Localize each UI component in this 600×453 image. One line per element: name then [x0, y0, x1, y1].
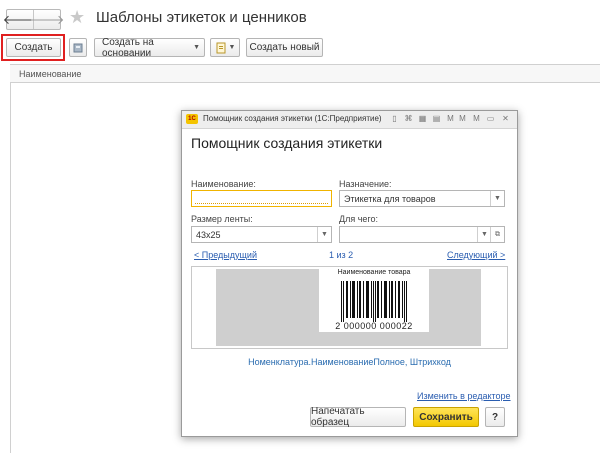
- memory-icon[interactable]: M: [446, 114, 455, 124]
- label-card: Наименование товара 2 000000 000022: [319, 269, 429, 332]
- for-what-label: Для чего:: [339, 214, 379, 224]
- purpose-value: Этикетка для товаров: [344, 194, 436, 204]
- save-button[interactable]: Сохранить: [413, 407, 479, 427]
- close-icon[interactable]: ✕: [501, 114, 510, 124]
- name-field[interactable]: [191, 190, 332, 207]
- purpose-select[interactable]: Этикетка для товаров ▼: [339, 190, 505, 207]
- print-icon: [216, 42, 226, 53]
- archive-icon-button[interactable]: [69, 38, 87, 57]
- help-button[interactable]: ?: [485, 407, 505, 427]
- tape-size-select[interactable]: 43x25 ▼: [191, 226, 332, 243]
- calculator-icon[interactable]: ▤: [432, 114, 441, 124]
- label-preview: Наименование товара 2 000000 000022: [191, 266, 508, 349]
- page-title: Шаблоны этикеток и ценников: [96, 9, 307, 26]
- next-link[interactable]: Следующий >: [447, 250, 505, 260]
- create-based-on-button[interactable]: Создать на основании ▼: [94, 36, 205, 59]
- dialog-titlebar-text: Помощник создания этикетки (1С:Предприят…: [203, 114, 382, 123]
- dialog-titlebar[interactable]: 1С Помощник создания этикетки (1С:Предпр…: [182, 111, 517, 129]
- product-name-text: Наименование товара: [337, 269, 411, 276]
- barcode-number: 2 000000 000022: [335, 321, 413, 331]
- column-header-name[interactable]: Наименование: [10, 64, 600, 83]
- page-counter: 1 из 2: [329, 250, 354, 260]
- calendar-icon[interactable]: ▦: [418, 114, 427, 124]
- dropdown-triangle-icon: ▼: [193, 44, 200, 51]
- nav-group: 🡐 🡒: [3, 9, 64, 30]
- previous-link[interactable]: < Предыдущий: [194, 250, 257, 260]
- field-formula-text: Номенклатура.НаименованиеПолное, Штрихко…: [248, 357, 451, 367]
- edit-in-editor-link[interactable]: Изменить в редакторе: [417, 391, 511, 401]
- preview-background: Наименование товара 2 000000 000022: [216, 269, 481, 346]
- open-link-icon[interactable]: ⧉: [490, 227, 504, 242]
- for-what-select[interactable]: ▼ ⧉: [339, 226, 505, 243]
- chevron-down-icon[interactable]: ▼: [477, 227, 491, 242]
- minimize-icon[interactable]: ▭: [486, 114, 495, 124]
- barcode-icon: [341, 281, 407, 322]
- chevron-down-icon[interactable]: ▼: [490, 191, 504, 206]
- create-button[interactable]: Создать: [6, 38, 61, 57]
- tape-size-label: Размер ленты:: [191, 214, 253, 224]
- name-field-underline: [195, 203, 328, 204]
- link-icon[interactable]: ⌘: [404, 114, 413, 124]
- dropdown-triangle-icon: ▼: [228, 44, 236, 51]
- dialog-heading: Помощник создания этикетки: [191, 135, 383, 151]
- favorite-star-icon[interactable]: ★: [69, 7, 85, 28]
- create-based-on-label: Создать на основании: [102, 36, 154, 59]
- 1c-logo-icon: 1С: [186, 114, 198, 124]
- forward-arrow-icon[interactable]: 🡒: [30, 10, 64, 29]
- print-menu-button[interactable]: ▼: [210, 38, 240, 57]
- purpose-label: Назначение:: [339, 179, 392, 189]
- memory-minus-icon[interactable]: M: [472, 114, 481, 124]
- chevron-down-icon[interactable]: ▼: [317, 227, 331, 242]
- document-icon[interactable]: ▯: [390, 114, 399, 124]
- memory-plus-icon[interactable]: M: [458, 114, 467, 124]
- tape-size-value: 43x25: [196, 230, 221, 240]
- create-new-button[interactable]: Создать новый: [246, 38, 323, 57]
- archive-icon: [73, 43, 83, 52]
- print-sample-button[interactable]: Напечатать образец: [310, 406, 406, 428]
- label-wizard-dialog: 1С Помощник создания этикетки (1С:Предпр…: [181, 110, 518, 437]
- name-label: Наименование:: [191, 179, 256, 189]
